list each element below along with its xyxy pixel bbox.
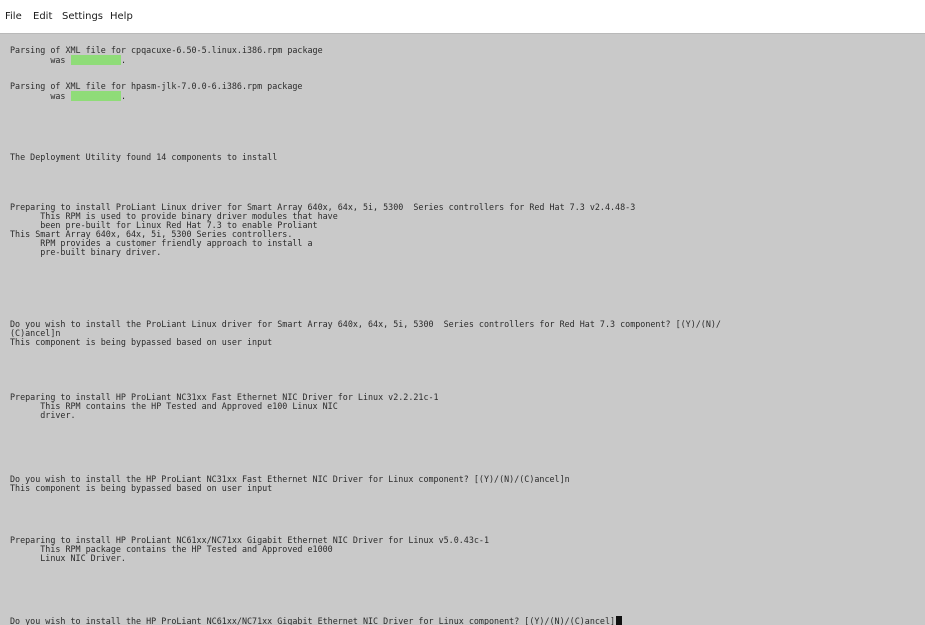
terminal-line: Do you wish to install the ProLiant Linu… (10, 319, 721, 329)
terminal-line: The Deployment Utility found 14 componen… (10, 152, 278, 162)
terminal-line: was successful. (10, 91, 126, 101)
terminal-line: driver. (10, 410, 76, 420)
terminal-output[interactable]: Parsing of XML file for cpqacuxe-6.50-5.… (5, 34, 925, 625)
terminal-line: Parsing of XML file for hpasm-jlk-7.0.0-… (10, 81, 303, 91)
terminal-window: File Edit Settings Help Parsing of XML f… (0, 0, 925, 625)
menu-file[interactable]: File (5, 11, 22, 23)
terminal-line: This component is being bypassed based o… (10, 337, 273, 347)
terminal-prompt-line: Do you wish to install the HP ProLiant N… (10, 616, 623, 625)
text-cursor (616, 616, 623, 625)
menu-help[interactable]: Help (110, 11, 133, 23)
highlighted-status: successful (70, 55, 121, 65)
terminal-line: pre-built binary driver. (10, 247, 162, 257)
terminal-line: This component is being bypassed based o… (10, 483, 273, 493)
highlighted-status: successful (70, 91, 121, 101)
menu-settings[interactable]: Settings (62, 11, 103, 23)
terminal-line: was successful. (10, 55, 126, 65)
menu-edit[interactable]: Edit (33, 11, 52, 23)
terminal-line: Linux NIC Driver. (10, 553, 126, 563)
terminal-line: Parsing of XML file for cpqacuxe-6.50-5.… (10, 45, 323, 55)
menu-bar: File Edit Settings Help (0, 0, 925, 34)
